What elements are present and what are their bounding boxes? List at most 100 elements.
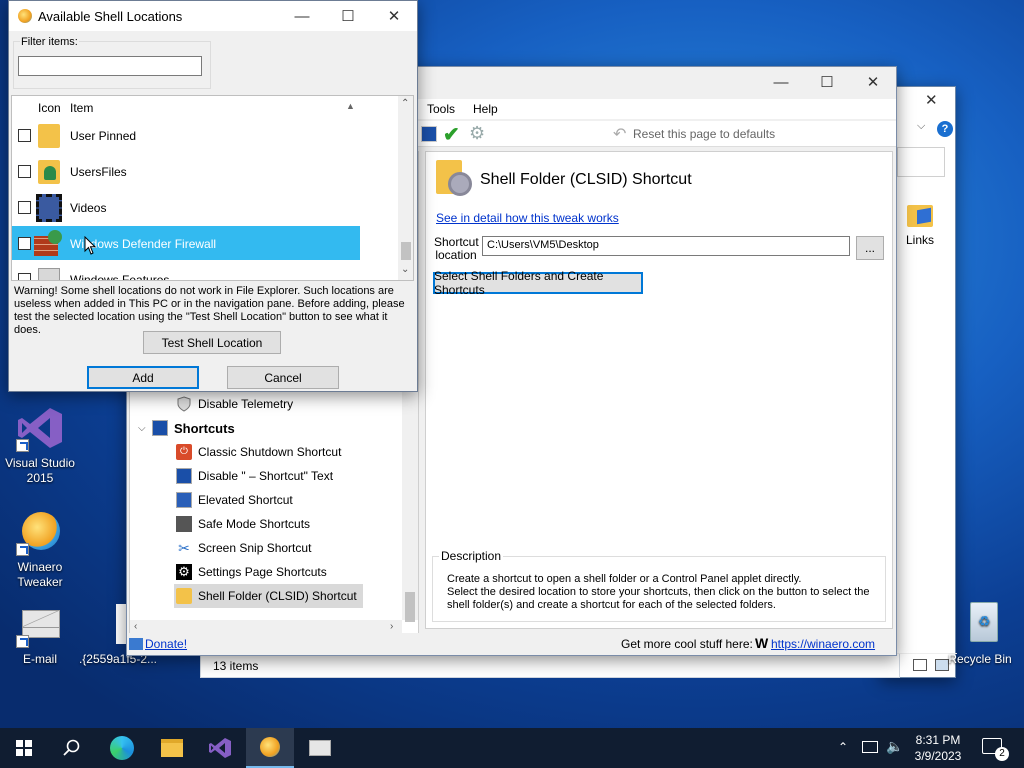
tree-group-shortcuts[interactable]: ⌵ Shortcuts (138, 416, 235, 440)
column-header-icon[interactable]: Icon (38, 101, 61, 115)
scissors-icon: ✂ (178, 540, 190, 556)
add-button[interactable]: Add (87, 366, 199, 389)
taskbar-file-explorer[interactable] (148, 728, 196, 768)
list-row-selected[interactable]: Windows Defender Firewall (12, 226, 360, 260)
tree-item-safe-mode[interactable]: Safe Mode Shortcuts (176, 512, 310, 536)
scroll-up-icon[interactable]: ⌃ (401, 98, 409, 109)
dialog-titlebar: Available Shell Locations — ☐ ✕ (9, 1, 417, 31)
taskbar-edge[interactable] (98, 728, 146, 768)
reset-icon[interactable]: ↶ (613, 124, 626, 144)
desktop-icon-visual-studio[interactable]: Visual Studio 2015 (0, 404, 80, 486)
taskbar-email[interactable] (296, 728, 344, 768)
list-row[interactable]: Windows Features (12, 262, 360, 280)
list-row[interactable]: UsersFiles (12, 154, 360, 188)
list-row[interactable]: Videos (12, 190, 360, 224)
list-row[interactable]: User Pinned (12, 118, 360, 152)
details-view-icon[interactable] (913, 659, 927, 671)
filter-label: Filter items: (20, 36, 79, 48)
bottom-bar: Donate! Get more cool stuff here: W http… (127, 633, 896, 655)
column-header-item[interactable]: Item (70, 101, 93, 115)
volume-icon[interactable]: 🔈 (886, 738, 903, 755)
explorer-close-button[interactable]: ✕ (925, 91, 938, 109)
chevron-down-icon[interactable]: ⌵ (917, 120, 925, 133)
menu-help[interactable]: Help (473, 102, 498, 116)
chevron-down-icon[interactable]: ⌵ (138, 423, 152, 434)
desktop-icon-label: Winaero Tweaker (17, 560, 63, 589)
desktop-icon-recycle-bin[interactable]: ♻ Recycle Bin (940, 600, 1020, 667)
row-checkbox[interactable] (18, 237, 31, 250)
folder-icon (38, 124, 60, 148)
minimize-button[interactable]: — (279, 1, 325, 31)
recycle-bin-icon: ♻ (956, 600, 1004, 648)
search-button[interactable] (48, 728, 96, 768)
row-checkbox[interactable] (18, 273, 31, 280)
shortcut-arrow-icon (16, 439, 29, 452)
taskbar-visual-studio[interactable] (196, 728, 244, 768)
desktop-icon-winaero-tweaker[interactable]: Winaero Tweaker (0, 508, 80, 590)
description-text-2: Select the desired location to store you… (447, 586, 870, 611)
scroll-right-icon[interactable]: › (390, 621, 393, 632)
winaero-logo-icon: W (755, 635, 769, 651)
notification-center[interactable]: 2 (982, 738, 1009, 761)
mouse-cursor-icon (84, 236, 97, 255)
folder-gear-icon (434, 158, 474, 200)
maximize-button[interactable]: ☐ (325, 1, 371, 31)
row-checkbox[interactable] (18, 165, 31, 178)
clock[interactable]: 8:31 PM 3/9/2023 (910, 732, 966, 764)
tree-item-elevated-shortcut[interactable]: Elevated Shortcut (176, 488, 293, 512)
maximize-button[interactable]: ☐ (804, 67, 850, 97)
desktop-icon-links[interactable]: Links (895, 197, 945, 247)
tree-item-label: Screen Snip Shortcut (198, 541, 312, 555)
tree-item-disable-telemetry[interactable]: Disable Telemetry (176, 392, 293, 416)
page-title: Shell Folder (CLSID) Shortcut (480, 171, 692, 188)
safe-mode-icon (176, 516, 192, 532)
menu-tools[interactable]: Tools (427, 102, 455, 116)
close-button[interactable]: ✕ (850, 67, 896, 97)
row-checkbox[interactable] (18, 201, 31, 214)
row-checkbox[interactable] (18, 129, 31, 142)
scroll-down-icon[interactable]: ⌄ (401, 264, 409, 275)
scrollbar-thumb[interactable] (405, 592, 415, 622)
reset-page-button[interactable]: Reset this page to defaults (633, 127, 775, 141)
show-hidden-icons[interactable]: ⌃ (838, 740, 848, 754)
tree-item-screen-snip[interactable]: ✂ Screen Snip Shortcut (176, 536, 311, 560)
row-label: Videos (70, 201, 107, 215)
taskbar-winaero-tweaker[interactable] (246, 728, 294, 768)
explorer-search-box[interactable] (897, 147, 945, 177)
winaero-tweaker-icon (16, 508, 64, 556)
shortcut-arrow-icon (16, 543, 29, 556)
browse-button[interactable]: ... (856, 236, 884, 260)
shortcut-location-input[interactable]: C:\Users\VM5\Desktop (482, 236, 850, 256)
help-icon[interactable]: ? (937, 121, 953, 137)
filter-input[interactable] (18, 56, 202, 76)
shortcut-icon[interactable] (421, 126, 437, 142)
desktop-icon-label: Links (905, 233, 934, 247)
row-label: User Pinned (70, 129, 137, 143)
start-button[interactable] (0, 728, 48, 768)
cancel-button[interactable]: Cancel (227, 366, 339, 389)
tree-item-settings-page[interactable]: ⚙ Settings Page Shortcuts (176, 560, 327, 584)
detail-link[interactable]: See in detail how this tweak works (436, 211, 619, 225)
tree-item-disable-shortcut-text[interactable]: Disable " – Shortcut" Text (176, 464, 333, 488)
scroll-left-icon[interactable]: ‹ (134, 621, 137, 632)
tree-item-shell-folder[interactable]: Shell Folder (CLSID) Shortcut (174, 584, 363, 608)
videos-icon (36, 194, 62, 222)
user-folder-icon (38, 160, 60, 184)
close-button[interactable]: ✕ (371, 1, 417, 31)
network-icon[interactable] (862, 741, 878, 753)
list-vscrollbar[interactable]: ⌃ ⌄ (398, 96, 413, 280)
scrollbar-thumb[interactable] (401, 242, 411, 260)
select-shell-folders-button[interactable]: Select Shell Folders and Create Shortcut… (433, 269, 643, 297)
sort-ascending-icon[interactable]: ▲ (346, 101, 355, 111)
desktop-icon-email[interactable]: E-mail (0, 600, 80, 667)
tree-item-classic-shutdown[interactable]: ⏻ Classic Shutdown Shortcut (176, 440, 341, 464)
minimize-button[interactable]: — (758, 67, 804, 97)
donate-link[interactable]: Donate! (145, 637, 187, 651)
gear-icon[interactable]: ⚙ (469, 123, 485, 144)
apply-check-icon[interactable]: ✔ (443, 122, 460, 147)
shortcut-arrow-icon (16, 635, 29, 648)
test-shell-location-button[interactable]: Test Shell Location (143, 331, 281, 354)
desktop-icon-label: E-mail (22, 652, 57, 666)
shortcut-icon (152, 420, 168, 436)
winaero-site-link[interactable]: https://winaero.com (771, 637, 875, 651)
